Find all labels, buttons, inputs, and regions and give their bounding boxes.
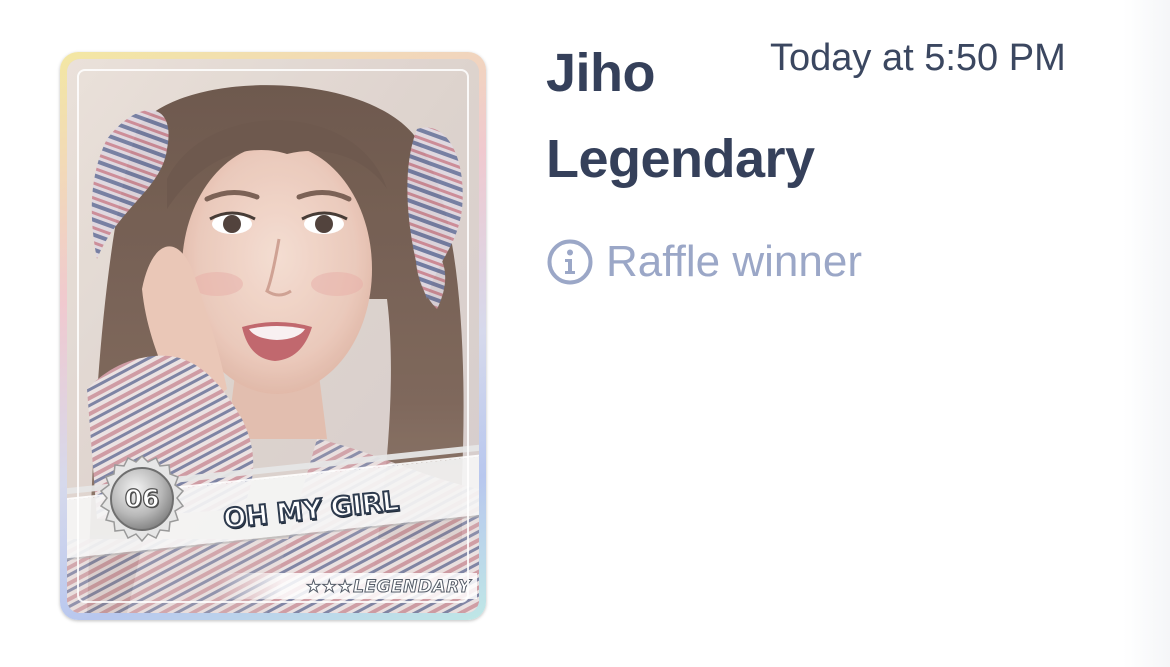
- note-row: Raffle winner: [546, 236, 862, 288]
- message-view: 06 OH MY GIRL ★★★LEGENDARY Jiho Today at…: [0, 0, 1170, 667]
- note-text: Raffle winner: [606, 237, 862, 286]
- photocard[interactable]: 06 OH MY GIRL ★★★LEGENDARY: [60, 52, 486, 620]
- card-number-badge: 06: [97, 454, 187, 544]
- card-number: 06: [124, 483, 160, 513]
- card-name: Jiho: [546, 43, 656, 103]
- card-rarity-label: ★★★LEGENDARY: [305, 577, 471, 598]
- info-icon: [547, 239, 593, 285]
- card-rarity: Legendary: [546, 129, 815, 189]
- message-timestamp: Today at 5:50 PM: [770, 37, 1066, 79]
- photocard-body: 06 OH MY GIRL ★★★LEGENDARY: [67, 59, 479, 613]
